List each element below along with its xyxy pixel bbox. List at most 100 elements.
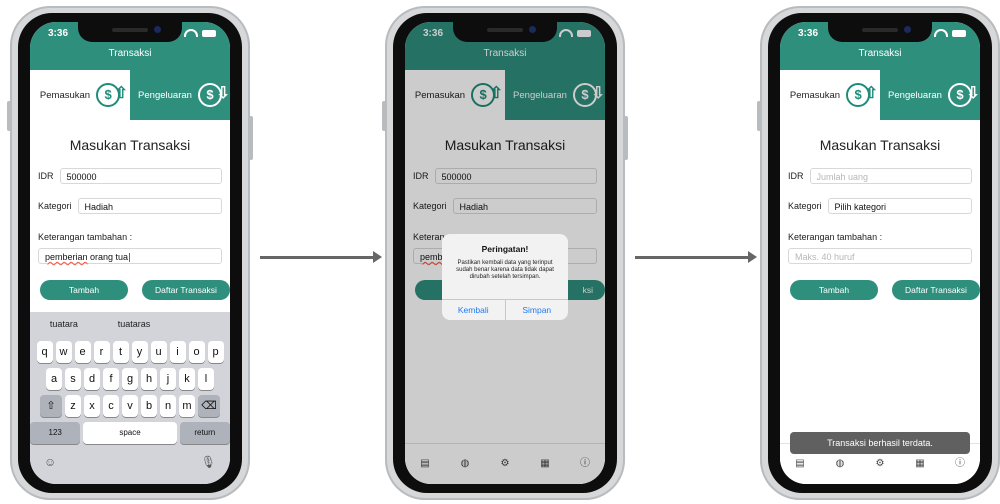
space-key[interactable]: space <box>83 422 177 444</box>
microphone-icon[interactable]: 🎙 <box>201 455 216 469</box>
status-time: 3:36 <box>48 28 69 39</box>
volume-button <box>382 101 386 131</box>
screen-3: 3:36 Transaksi Pemasukan $ ⇧ Pengeluaran … <box>780 22 980 484</box>
volume-button <box>7 101 11 131</box>
key[interactable]: d <box>84 368 100 390</box>
currency-label: IDR <box>788 171 804 181</box>
key[interactable]: k <box>179 368 195 390</box>
battery-icon <box>202 29 216 37</box>
back-button[interactable]: Kembali <box>442 300 505 320</box>
key[interactable]: s <box>65 368 81 390</box>
backspace-icon[interactable]: ⌫ <box>198 395 220 417</box>
amount-row: IDR Jumlah uang <box>788 168 972 184</box>
tab-income-label: Pemasukan <box>39 89 91 101</box>
key[interactable]: h <box>141 368 157 390</box>
amount-input[interactable]: Jumlah uang <box>809 168 972 184</box>
tab-bar: Pemasukan $ ⇧ Pengeluaran $ ⇩ <box>780 70 980 120</box>
power-button <box>624 116 628 160</box>
key[interactable]: n <box>160 395 176 417</box>
note-rest: orang tua <box>87 252 129 262</box>
suggestion-1[interactable]: tuatara <box>50 319 78 329</box>
notch <box>78 22 182 42</box>
category-row: Kategori Pilih kategori <box>788 198 972 214</box>
shift-icon[interactable]: ⇧ <box>40 395 62 417</box>
wifi-icon <box>184 29 198 37</box>
power-button <box>249 116 253 160</box>
list-button[interactable]: Daftar Transaksi <box>892 280 980 300</box>
notch <box>828 22 932 42</box>
amount-input[interactable]: 500000 <box>59 168 222 184</box>
add-button[interactable]: Tambah <box>790 280 878 300</box>
key[interactable]: b <box>141 395 157 417</box>
key[interactable]: t <box>112 341 129 363</box>
tab-income[interactable]: Pemasukan $ ⇧ <box>780 70 880 120</box>
suggestion-2[interactable]: tuataras <box>118 319 151 329</box>
key[interactable]: y <box>131 341 148 363</box>
key[interactable]: j <box>160 368 176 390</box>
emoji-icon[interactable]: ☺ <box>44 455 56 469</box>
income-up-icon: $ ⇧ <box>846 83 878 107</box>
note-input[interactable]: Maks. 40 huruf <box>788 248 972 264</box>
form-title: Masukan Transaksi <box>819 137 941 153</box>
alert-dialog: Peringatan! Pastikan kembali data yang t… <box>442 234 568 320</box>
key-row-3: ⇧ z x c v b n m ⌫ <box>30 395 230 417</box>
key[interactable]: z <box>65 395 81 417</box>
alert-message: Pastikan kembali data yang terinput suda… <box>456 260 554 280</box>
list-button[interactable]: Daftar Transaksi <box>142 280 230 300</box>
key[interactable]: m <box>179 395 195 417</box>
nav-title: Transaksi <box>30 44 230 70</box>
info-icon[interactable]: ⓘ <box>950 454 970 474</box>
battery-icon <box>952 29 966 37</box>
tab-expense[interactable]: Pengeluaran $ ⇩ <box>880 70 980 120</box>
bezel: 3:36 Transaksi Pemasukan $ ⇧ Pengeluaran … <box>18 13 242 493</box>
wifi-icon <box>934 29 948 37</box>
volume-button <box>757 101 761 131</box>
category-label: Kategori <box>788 201 822 211</box>
amount-row: IDR 500000 <box>38 168 222 184</box>
key-row-4: 123 space return <box>30 422 230 444</box>
success-toast: Transaksi berhasil terdata. <box>790 432 970 454</box>
currency-label: IDR <box>38 171 54 181</box>
key[interactable]: w <box>55 341 72 363</box>
gear-money-icon[interactable]: ⚙ <box>870 454 890 474</box>
note-label: Keterangan tambahan : <box>38 232 133 242</box>
key[interactable]: r <box>93 341 110 363</box>
key[interactable]: i <box>169 341 186 363</box>
note-input[interactable]: pemberian orang tua <box>38 248 222 264</box>
return-key[interactable]: return <box>179 422 230 444</box>
add-button[interactable]: Tambah <box>40 280 128 300</box>
numbers-key[interactable]: 123 <box>30 422 81 444</box>
coins-icon[interactable]: ◍ <box>830 454 850 474</box>
screen-1: 3:36 Transaksi Pemasukan $ ⇧ Pengeluaran … <box>30 22 230 484</box>
tab-expense-label: Pengeluaran <box>138 89 192 101</box>
alert-title: Peringatan! <box>481 244 529 254</box>
save-button[interactable]: Simpan <box>504 300 569 320</box>
key[interactable]: v <box>122 395 138 417</box>
phone-frame-3: 3:36 Transaksi Pemasukan $ ⇧ Pengeluaran … <box>757 6 1000 500</box>
key-row-1: q w e r t y u i o p <box>30 341 230 363</box>
key[interactable]: q <box>36 341 53 363</box>
key[interactable]: x <box>84 395 100 417</box>
status-time: 3:36 <box>798 28 819 39</box>
screen-2: 3:36 Transaksi Pemasukan $ ⇧ Pengeluaran … <box>405 22 605 484</box>
note-label: Keterangan tambahan : <box>788 232 883 242</box>
key[interactable]: l <box>198 368 214 390</box>
key[interactable]: c <box>103 395 119 417</box>
key[interactable]: g <box>122 368 138 390</box>
key[interactable]: p <box>207 341 224 363</box>
cash-icon[interactable]: ▤ <box>790 454 810 474</box>
expense-down-icon: $ ⇩ <box>947 83 980 107</box>
text-caret <box>129 253 131 263</box>
key[interactable]: o <box>188 341 205 363</box>
category-input[interactable]: Hadiah <box>77 198 222 214</box>
key[interactable]: u <box>150 341 167 363</box>
note-row: Maks. 40 huruf <box>788 248 972 264</box>
tab-expense[interactable]: Pengeluaran $ ⇩ <box>130 70 230 120</box>
keyboard-bottom: ☺ 🎙 <box>30 449 230 469</box>
key[interactable]: a <box>46 368 62 390</box>
key[interactable]: f <box>103 368 119 390</box>
key[interactable]: e <box>74 341 91 363</box>
report-icon[interactable]: ▦ <box>910 454 930 474</box>
tab-income[interactable]: Pemasukan $ ⇧ <box>30 70 130 120</box>
category-input[interactable]: Pilih kategori <box>827 198 972 214</box>
